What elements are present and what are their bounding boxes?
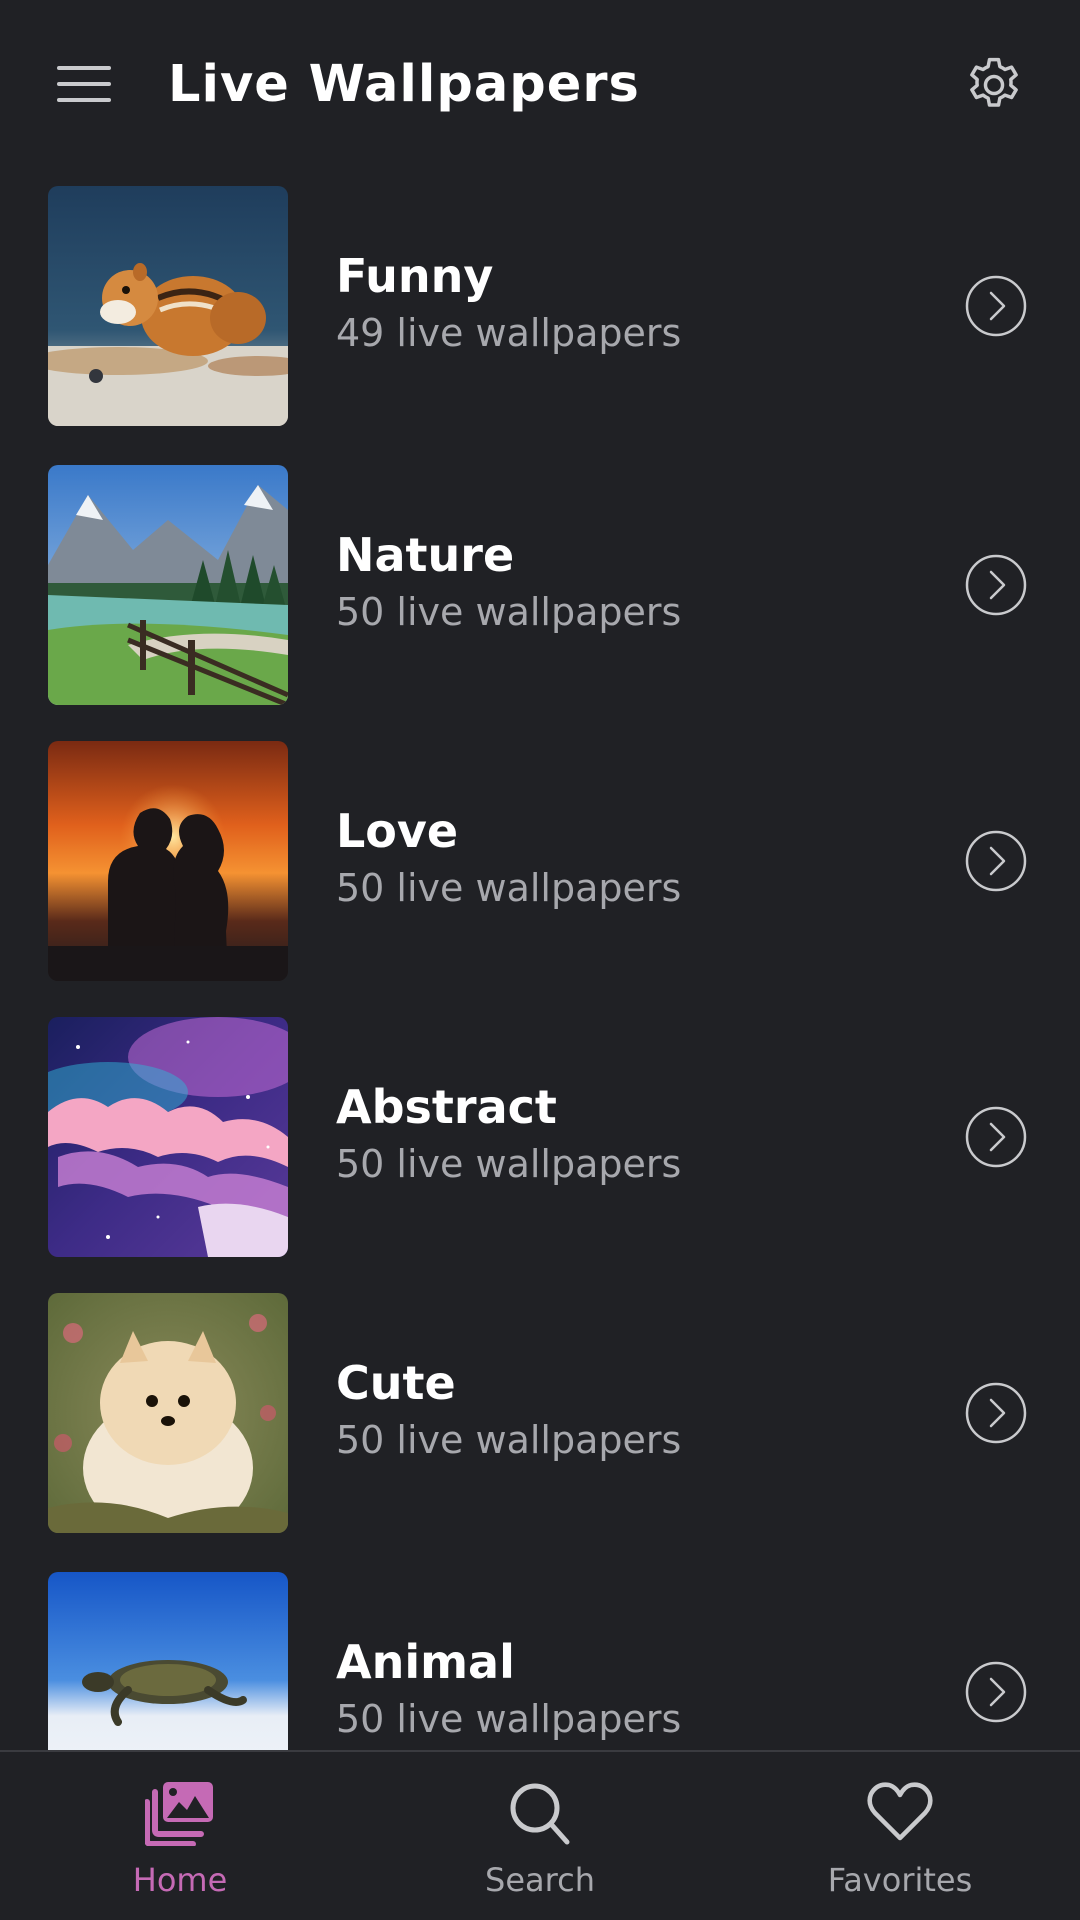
category-count: 50 live wallpapers bbox=[336, 866, 682, 910]
menu-button[interactable] bbox=[44, 52, 124, 116]
chevron-right-circle-icon bbox=[965, 554, 1027, 616]
page-title: Live Wallpapers bbox=[168, 55, 640, 114]
category-thumbnail bbox=[48, 186, 288, 426]
category-list: Funny 49 live wallpapers Nature 50 live … bbox=[0, 186, 1080, 1750]
category-row-love[interactable]: Love 50 live wallpapers bbox=[0, 741, 1080, 981]
nav-label: Search bbox=[485, 1861, 595, 1899]
category-count: 50 live wallpapers bbox=[336, 1697, 682, 1741]
category-count: 50 live wallpapers bbox=[336, 590, 682, 634]
heart-icon bbox=[867, 1782, 933, 1841]
hamburger-menu-icon bbox=[57, 66, 111, 102]
category-title: Nature bbox=[336, 528, 515, 582]
nav-label: Favorites bbox=[827, 1861, 973, 1899]
nav-search[interactable]: Search bbox=[390, 1752, 690, 1920]
category-row-funny[interactable]: Funny 49 live wallpapers bbox=[0, 186, 1080, 426]
search-icon bbox=[510, 1783, 570, 1845]
category-title: Funny bbox=[336, 249, 494, 303]
app-screen: Live Wallpapers Funny 49 live wallpapers… bbox=[0, 0, 1080, 1920]
category-row-nature[interactable]: Nature 50 live wallpapers bbox=[0, 465, 1080, 705]
category-thumbnail bbox=[48, 1572, 288, 1750]
nav-favorites[interactable]: Favorites bbox=[750, 1752, 1050, 1920]
chevron-right-circle-icon bbox=[965, 275, 1027, 337]
nav-home[interactable]: Home bbox=[30, 1752, 330, 1920]
category-thumbnail bbox=[48, 741, 288, 981]
bottom-navigation-bar: Home Search Favorites bbox=[0, 1750, 1080, 1920]
nav-label: Home bbox=[132, 1861, 228, 1899]
settings-button[interactable] bbox=[954, 50, 1034, 120]
category-thumbnail bbox=[48, 1293, 288, 1533]
category-count: 50 live wallpapers bbox=[336, 1142, 682, 1186]
category-row-cute[interactable]: Cute 50 live wallpapers bbox=[0, 1293, 1080, 1533]
top-app-bar: Live Wallpapers bbox=[0, 0, 1080, 170]
category-thumbnail bbox=[48, 1017, 288, 1257]
chevron-right-circle-icon bbox=[965, 1661, 1027, 1723]
category-title: Abstract bbox=[336, 1080, 557, 1134]
chevron-right-circle-icon bbox=[965, 1106, 1027, 1168]
category-count: 49 live wallpapers bbox=[336, 311, 682, 355]
category-row-animal[interactable]: Animal 50 live wallpapers bbox=[0, 1572, 1080, 1750]
category-count: 50 live wallpapers bbox=[336, 1418, 682, 1462]
chevron-right-circle-icon bbox=[965, 830, 1027, 892]
chevron-right-circle-icon bbox=[965, 1382, 1027, 1444]
category-title: Animal bbox=[336, 1635, 515, 1689]
gear-icon bbox=[970, 57, 1018, 107]
gallery-icon bbox=[145, 1782, 213, 1846]
category-title: Cute bbox=[336, 1356, 456, 1410]
category-row-abstract[interactable]: Abstract 50 live wallpapers bbox=[0, 1017, 1080, 1257]
category-thumbnail bbox=[48, 465, 288, 705]
category-title: Love bbox=[336, 804, 459, 858]
